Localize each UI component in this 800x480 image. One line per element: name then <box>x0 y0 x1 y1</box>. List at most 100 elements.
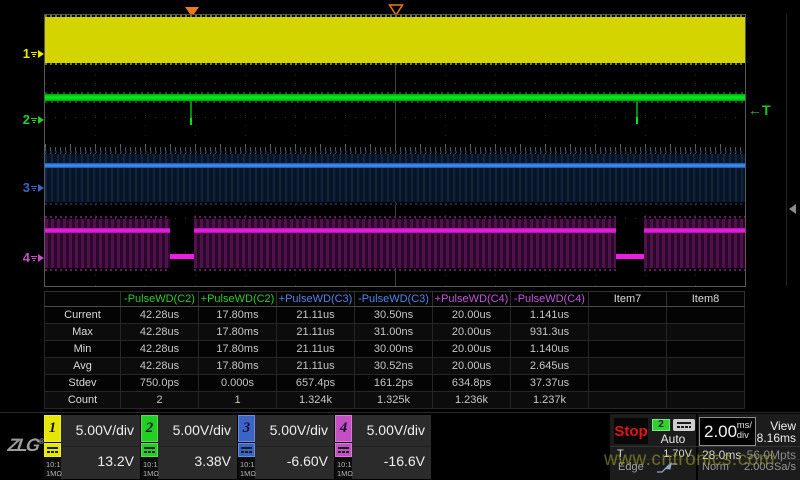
measurement-value <box>667 358 745 375</box>
channel-4-trace-low <box>170 254 194 259</box>
channel-offset: -16.6V <box>384 453 425 469</box>
timebase-control[interactable]: 2.00 ms/div <box>699 417 756 446</box>
channel-4-noise-band <box>644 219 745 268</box>
row-label: Stdev <box>45 375 121 392</box>
dc-coupling-icon <box>44 443 61 457</box>
measurement-value: 1.236k <box>433 392 511 409</box>
channel-4-trace-high <box>194 228 616 233</box>
measurement-value: 634.8ps <box>433 375 511 392</box>
channel-2-label: 2 <box>23 113 30 127</box>
measurement-value: 21.11us <box>277 341 355 358</box>
measurement-value: 17.80ms <box>199 341 277 358</box>
measurement-value: 17.80ms <box>199 307 277 324</box>
timebase-value: 2.00 <box>704 422 737 442</box>
channel-1-ground-marker[interactable]: 1 <box>14 47 44 61</box>
measurement-value: 42.28us <box>121 324 199 341</box>
channel-4-noise-band <box>45 219 170 268</box>
scroll-left-arrow-icon[interactable] <box>789 204 796 214</box>
measurement-value: 1.140us <box>511 341 589 358</box>
channel-3-noise-band <box>45 154 745 202</box>
channel-offset: -6.60V <box>287 453 328 469</box>
channel-3-tab: 3 10:11MΩ <box>238 415 255 479</box>
measurement-value <box>589 358 667 375</box>
ground-icon <box>31 251 37 265</box>
table-row: Min42.28us17.80ms21.11us30.00ns20.00us1.… <box>45 341 745 358</box>
measurement-value: 657.4ps <box>277 375 355 392</box>
measurement-value: 20.00us <box>433 358 511 375</box>
measurement-value: 20.00us <box>433 307 511 324</box>
trigger-mode[interactable]: Auto <box>650 432 696 446</box>
channel-2-settings[interactable]: 2 10:11MΩ 5.00V/div 3.38V <box>141 415 237 479</box>
channel-3-settings[interactable]: 3 10:11MΩ 5.00V/div -6.60V <box>238 415 334 479</box>
channel-3-label: 3 <box>23 181 30 195</box>
measurement-value: 2.645us <box>511 358 589 375</box>
channel-1-label: 1 <box>23 47 30 61</box>
volts-per-div: 5.00V/div <box>367 422 425 438</box>
table-row: Avg42.28us17.80ms21.11us30.52ns20.00us2.… <box>45 358 745 375</box>
row-label: Avg <box>45 358 121 375</box>
volts-per-div: 5.00V/div <box>173 422 231 438</box>
measurement-value: 21.11us <box>277 324 355 341</box>
row-label: Current <box>45 307 121 324</box>
dc-coupling-icon <box>141 443 158 457</box>
trigger-coupling-icon[interactable] <box>673 419 695 431</box>
waveform-display[interactable] <box>44 14 746 287</box>
channel-4-trace-low <box>616 254 644 259</box>
channel-2-ground-marker[interactable]: 2 <box>14 113 44 127</box>
measurement-value <box>589 341 667 358</box>
channel-number-badge: 4 <box>335 415 352 442</box>
right-edge-divider <box>786 14 787 286</box>
column-header <box>45 292 121 307</box>
channel-3-trace <box>45 163 745 168</box>
measurement-value <box>589 307 667 324</box>
measurement-value: 17.80ms <box>199 324 277 341</box>
right-arrow-icon <box>38 116 44 124</box>
measurement-value: 161.2ps <box>355 375 433 392</box>
channel-2-tab: 2 10:11MΩ <box>141 415 158 479</box>
right-arrow-icon <box>38 254 44 262</box>
volts-per-div: 5.00V/div <box>76 422 134 438</box>
measurement-value: 42.28us <box>121 358 199 375</box>
channel-offset: 3.38V <box>194 453 231 469</box>
measurement-value: 30.00ns <box>355 341 433 358</box>
channel-1-settings[interactable]: 1 10:11MΩ 5.00V/div 13.2V <box>44 415 140 479</box>
ground-icon <box>31 113 37 127</box>
column-header: +PulseWD(C4) <box>433 292 511 307</box>
measurement-value <box>667 307 745 324</box>
measurement-value: 42.28us <box>121 307 199 324</box>
measurement-value: 1.325k <box>355 392 433 409</box>
right-arrow-icon <box>38 50 44 58</box>
channel-4-ground-marker[interactable]: 4 <box>14 251 44 265</box>
brand-logo: ZLG® <box>7 435 46 456</box>
trigger-source-badge[interactable]: 2 <box>652 419 670 431</box>
measurement-value <box>667 392 745 409</box>
channel-4-label: 4 <box>23 251 30 265</box>
left-arrow-icon: ← <box>748 102 762 118</box>
measurement-value: 31.00ns <box>355 324 433 341</box>
channel-4-trace-high <box>45 228 170 233</box>
measurement-value <box>667 375 745 392</box>
column-header: +PulseWD(C2) <box>199 292 277 307</box>
channel-4-tab: 4 10:11MΩ <box>335 415 352 479</box>
dc-coupling-icon <box>238 443 255 457</box>
trigger-level-marker[interactable]: ←T <box>748 102 771 118</box>
channel-4-settings[interactable]: 4 10:11MΩ 5.00V/div -16.6V <box>335 415 431 479</box>
measurement-panel: -PulseWD(C2)+PulseWD(C2)+PulseWD(C3)-Pul… <box>44 291 745 404</box>
measurement-value: 931.3us <box>511 324 589 341</box>
channel-4-trace-high <box>644 228 745 233</box>
channel-2-glitch <box>636 101 638 124</box>
column-header: Item7 <box>589 292 667 307</box>
run-stop-status[interactable]: Stop <box>614 418 648 444</box>
channel-2-trace <box>45 94 745 101</box>
column-header: -PulseWD(C4) <box>511 292 589 307</box>
measurement-value: 30.52ns <box>355 358 433 375</box>
probe-info: 10:11MΩ <box>143 461 159 478</box>
measurement-value <box>667 324 745 341</box>
measurement-value: 20.00us <box>433 341 511 358</box>
measurement-value: 21.11us <box>277 358 355 375</box>
channel-1-trace <box>45 17 745 63</box>
measurement-value: 1.141us <box>511 307 589 324</box>
channel-3-ground-marker[interactable]: 3 <box>14 181 44 195</box>
measurement-value: 1.237k <box>511 392 589 409</box>
measurement-value <box>589 324 667 341</box>
